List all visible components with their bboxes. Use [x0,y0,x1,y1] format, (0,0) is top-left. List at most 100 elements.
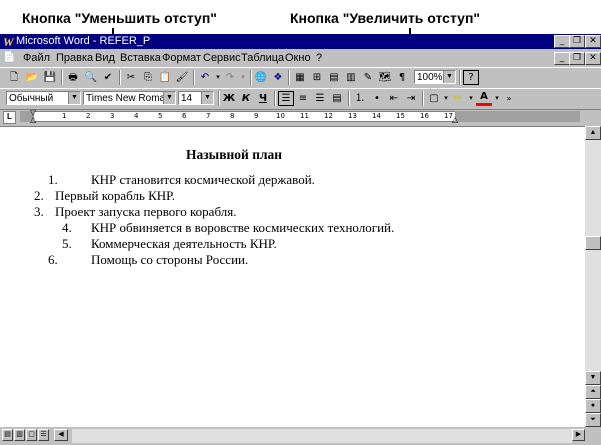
minimize-icon[interactable]: _ [554,35,570,48]
font-value: Times New Roman [86,93,171,104]
numbering-icon[interactable]: ⒈ [352,91,368,106]
menu-view[interactable]: Вид [95,49,115,67]
restore-icon[interactable]: ❐ [569,35,585,48]
chevron-down-icon[interactable]: ▼ [163,92,175,104]
font-size-select[interactable]: 14 ▼ [178,91,214,105]
spelling-icon[interactable]: ✔ [100,70,116,85]
web-layout-icon[interactable]: ▥ [14,429,25,441]
document-page[interactable]: Назывной план 1. КНР становится космичес… [0,126,585,428]
ruler-number: 17 [444,112,453,120]
hanging-indent-icon[interactable]: △ [30,116,36,124]
document-icon[interactable]: 📄 [3,49,15,67]
list-number: 4. [62,220,72,235]
formatting-toolbar: Обычный ▼ Times New Roman ▼ 14 ▼ Ж К Ч ☰… [0,88,601,110]
style-select[interactable]: Обычный ▼ [6,91,81,105]
separator [274,91,276,106]
word-app-icon: W [3,35,14,49]
doc-close-icon[interactable]: ✕ [585,52,601,65]
underline-button[interactable]: Ч [255,91,271,106]
decrease-indent-icon[interactable]: ⇤ [386,91,402,106]
ruler-number: 3 [110,112,115,120]
chevron-down-icon[interactable]: ▼ [68,92,80,104]
menu-file[interactable]: Файл [23,49,50,67]
doc-restore-icon[interactable]: ❐ [569,52,585,65]
format-painter-icon[interactable]: 🖌 [174,70,190,85]
bold-button[interactable]: Ж [221,91,237,106]
print-preview-icon[interactable]: 🔍 [83,70,99,85]
menu-window[interactable]: Окно [285,49,311,67]
chevron-down-icon[interactable]: ▼ [443,71,455,83]
insert-excel-icon[interactable]: ▤ [326,70,342,85]
chevron-down-icon[interactable]: ▼ [201,92,213,104]
cut-icon[interactable]: ✂ [123,70,139,85]
right-indent-icon[interactable]: △ [452,116,458,124]
normal-view-icon[interactable]: ▤ [2,429,13,441]
ruler-number: 8 [230,112,235,120]
font-select[interactable]: Times New Roman ▼ [83,91,176,105]
print-icon[interactable]: 🖶 [65,70,81,85]
justify-icon[interactable]: ▤ [329,91,345,106]
ruler-number: 7 [206,112,211,120]
ruler-number: 15 [396,112,405,120]
ruler-number: 13 [348,112,357,120]
increase-indent-icon[interactable]: ⇥ [403,91,419,106]
open-folder-icon[interactable]: 📂 [24,70,40,85]
paste-icon[interactable]: 📋 [157,70,173,85]
zoom-select[interactable]: 100% ▼ [414,70,456,84]
separator [250,70,252,85]
menu-tools[interactable]: Сервис [203,49,241,67]
menu-help[interactable]: ? [316,49,322,67]
separator [218,91,220,106]
document-map-icon[interactable]: 🗺 [377,70,393,85]
scroll-left-icon[interactable]: ◀ [54,429,68,441]
previous-page-icon[interactable]: ⏶ [585,385,601,399]
outline-view-icon[interactable]: ☰ [38,429,49,441]
menu-bar: 📄 Файл Правка Вид Вставка Формат Сервис … [0,49,601,67]
menu-table[interactable]: Таблица [241,49,284,67]
next-page-icon[interactable]: ⏷ [585,413,601,427]
scroll-thumb[interactable] [585,236,601,250]
standard-toolbar: 🗋 📂 💾 🖶 🔍 ✔ ✂ ⎘ 📋 🖌 ↶ ▾ ↷ ▾ 🌐 ❖ ▦ ⊞ ▤ ▥ … [0,67,601,89]
align-center-icon[interactable]: ≡ [295,91,311,106]
close-icon[interactable]: ✕ [585,35,601,48]
more-buttons-icon[interactable]: » [501,91,517,106]
list-number: 2. [34,188,44,203]
bullets-icon[interactable]: • [369,91,385,106]
scroll-down-icon[interactable]: ▼ [585,371,601,385]
list-text: Первый корабль КНР. [55,188,176,203]
ruler-number: 4 [134,112,139,120]
doc-minimize-icon[interactable]: _ [554,52,570,65]
copy-icon[interactable]: ⎘ [140,70,156,85]
list-number: 5. [62,236,72,251]
style-value: Обычный [9,93,54,104]
redo-dropdown-icon[interactable]: ▾ [235,70,251,85]
scroll-right-icon[interactable]: ▶ [572,429,585,441]
increase-indent-callout: Кнопка "Увеличить отступ" [290,10,481,26]
drawing-icon[interactable]: ✎ [360,70,376,85]
menu-insert[interactable]: Вставка [120,49,161,67]
menu-edit[interactable]: Правка [56,49,93,67]
select-browse-object-icon[interactable]: ● [585,399,601,413]
columns-icon[interactable]: ▥ [343,70,359,85]
hyperlink-icon[interactable]: 🌐 [253,70,269,85]
vertical-scrollbar[interactable]: ▲ ▼ ⏶ ● ⏷ [585,126,601,427]
show-hide-icon[interactable]: ¶ [394,70,410,85]
list-text: КНР обвиняется в воровстве космических т… [91,220,395,235]
help-icon[interactable]: ? [463,70,479,85]
align-right-icon[interactable]: ☰ [312,91,328,106]
web-toolbar-icon[interactable]: ❖ [270,70,286,85]
scroll-up-icon[interactable]: ▲ [585,126,601,140]
tab-selector-icon[interactable]: L [3,111,16,124]
save-icon[interactable]: 💾 [42,70,58,85]
document-heading: Назывной план [186,147,283,162]
list-number: 1. [48,172,58,187]
list-number: 6. [48,252,58,267]
italic-button[interactable]: К [238,91,254,106]
tables-borders-icon[interactable]: ▦ [292,70,308,85]
horizontal-scroll-track[interactable] [72,429,572,443]
insert-table-icon[interactable]: ⊞ [309,70,325,85]
new-document-icon[interactable]: 🗋 [6,70,22,85]
align-left-icon[interactable]: ☰ [278,91,294,106]
menu-format[interactable]: Формат [162,49,201,67]
print-layout-icon[interactable]: ▢ [26,429,37,441]
